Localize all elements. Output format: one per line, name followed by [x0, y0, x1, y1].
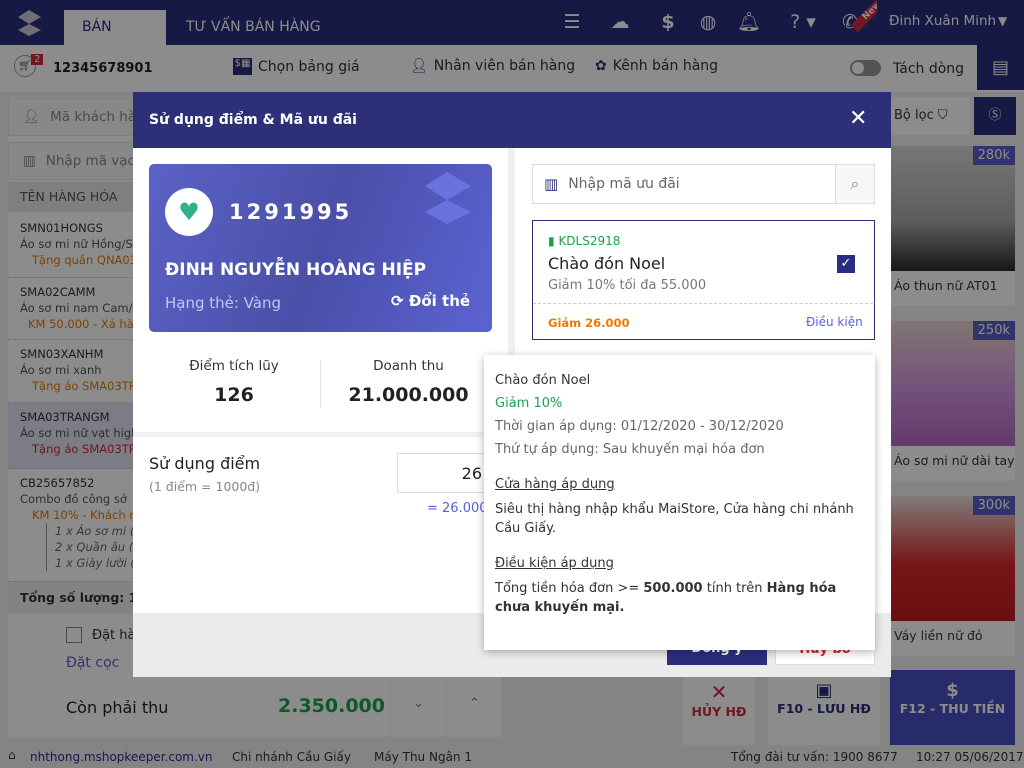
- voucher-code: ▮ KDLS2918: [548, 234, 620, 248]
- popover-arrow: [832, 345, 852, 355]
- card-watermark-icon: [425, 172, 471, 224]
- search-icon[interactable]: ⌕: [835, 165, 874, 203]
- close-icon[interactable]: ✕: [849, 106, 867, 131]
- voucher-desc: Giảm 10% tối đa 55.000: [548, 278, 707, 293]
- stores-text: Siêu thị hàng nhập khẩu MaiStore, Cửa hà…: [495, 502, 854, 536]
- ticket-icon: ▮: [548, 234, 555, 248]
- card-holder-name: ĐINH NGUYỄN HOÀNG HIỆP: [165, 260, 427, 280]
- swap-icon: ⟳: [391, 292, 404, 310]
- conditions-text: Tổng tiền hóa đơn >= 500.000 tính trên H…: [495, 579, 864, 617]
- voucher-conditions-link[interactable]: Điều kiện: [806, 315, 863, 329]
- revenue-label: Doanh thu: [373, 358, 444, 374]
- points-rate: (1 điểm = 1000đ): [149, 479, 261, 494]
- stores-heading: Cửa hàng áp dụng: [495, 477, 615, 492]
- cond-pre: Tổng tiền hóa đơn >=: [495, 581, 644, 596]
- voucher-card[interactable]: ▮ KDLS2918 Chào đón Noel Giảm 10% tối đa…: [532, 220, 875, 340]
- cond-amount: 500.000: [643, 581, 703, 596]
- voucher-name: Chào đón Noel: [548, 254, 666, 273]
- use-points-label: Sử dụng điểm: [149, 454, 261, 473]
- modal-title: Sử dụng điểm & Mã ưu đãi: [133, 92, 891, 148]
- card-number: 1291995: [229, 200, 353, 224]
- conditions-heading: Điều kiện áp dụng: [495, 556, 614, 571]
- points-label: Điểm tích lũy: [189, 358, 279, 374]
- popover-discount: Giảm 10%: [495, 396, 563, 411]
- points-value: 126: [214, 384, 254, 406]
- popover-title: Chào đón Noel: [495, 373, 591, 388]
- voucher-divider: [533, 303, 873, 304]
- barcode-icon: ▥: [544, 175, 559, 193]
- points-input[interactable]: 26: [397, 453, 497, 493]
- section-divider: [133, 432, 508, 437]
- voucher-checkbox[interactable]: ✓: [837, 255, 855, 273]
- voucher-discount: Giảm 26.000: [548, 316, 630, 330]
- voucher-code-text: KDLS2918: [558, 234, 621, 248]
- voucher-input[interactable]: ▥ Nhập mã ưu đãi ⌕: [532, 164, 875, 204]
- card-tier: Hạng thẻ: Vàng: [165, 294, 282, 312]
- popover-order: Thứ tự áp dụng: Sau khuyến mại hóa đơn: [495, 442, 765, 457]
- change-card-label: Đổi thẻ: [408, 292, 471, 310]
- change-card-button[interactable]: ⟳ Đổi thẻ: [391, 292, 470, 310]
- popover-period: Thời gian áp dụng: 01/12/2020 - 30/12/20…: [495, 419, 784, 434]
- voucher-conditions-popover: Chào đón Noel Giảm 10% Thời gian áp dụng…: [484, 355, 875, 650]
- voucher-placeholder: Nhập mã ưu đãi: [568, 176, 680, 192]
- card-tier-icon: ♥: [165, 188, 213, 236]
- points-money-value: = 26.000: [427, 501, 488, 516]
- member-card: ♥ 1291995 ĐINH NGUYỄN HOÀNG HIỆP Hạng th…: [149, 164, 492, 332]
- revenue-value: 21.000.000: [348, 384, 469, 406]
- cond-mid: tính trên: [702, 581, 767, 596]
